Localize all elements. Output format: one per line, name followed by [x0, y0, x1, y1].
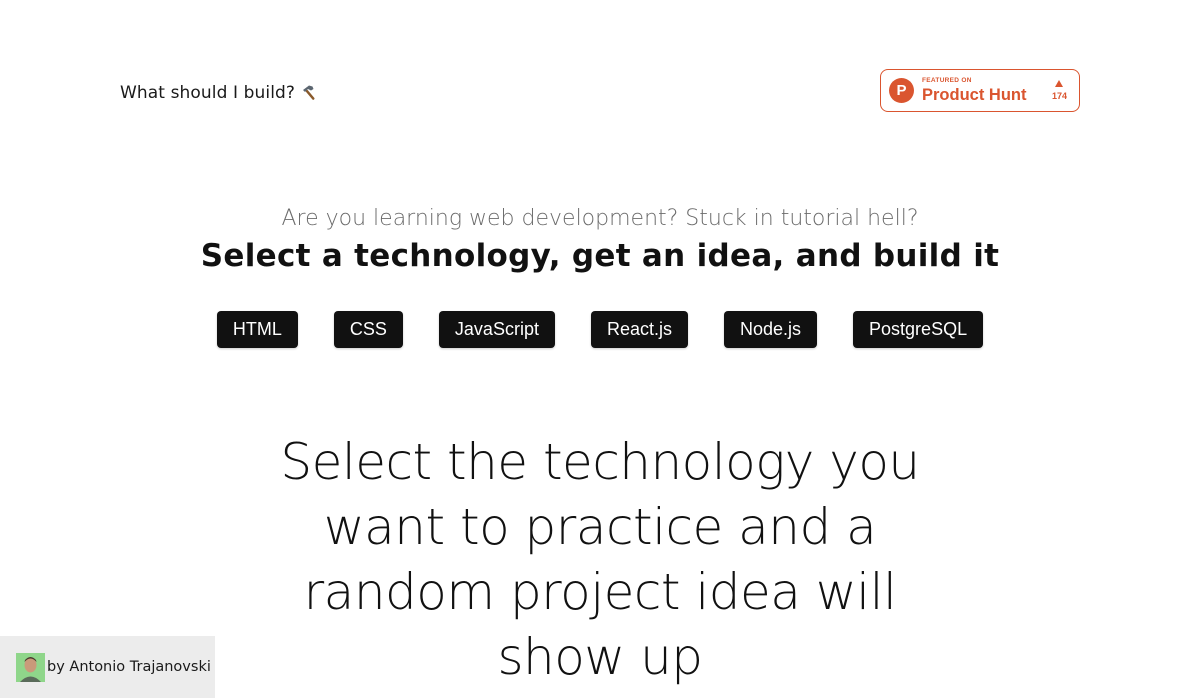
technology-buttons: HTML CSS JavaScript React.js Node.js Pos… — [0, 311, 1200, 348]
hero-subtitle: Are you learning web development? Stuck … — [281, 206, 919, 231]
tech-button-postgresql[interactable]: PostgreSQL — [853, 311, 984, 348]
hammer-icon — [301, 84, 319, 102]
product-hunt-badge[interactable]: P FEATURED ON Product Hunt 174 — [880, 69, 1080, 112]
idea-prompt-text: Select the technology you want to practi… — [280, 433, 920, 686]
product-hunt-name: Product Hunt — [922, 86, 1027, 104]
tech-button-javascript[interactable]: JavaScript — [438, 311, 555, 348]
hero-headline: Select a technology, get an idea, and bu… — [200, 238, 1000, 274]
author-name: by Antonio Trajanovski — [47, 659, 211, 675]
tech-button-reactjs[interactable]: React.js — [590, 311, 688, 348]
page: What should I build? P FEATURED ON Produ… — [0, 0, 1200, 698]
avatar — [16, 652, 45, 682]
author-link[interactable]: by Antonio Trajanovski — [0, 636, 215, 698]
tech-button-nodejs[interactable]: Node.js — [724, 311, 818, 348]
product-hunt-vote-count: 174 — [1051, 91, 1067, 101]
product-hunt-featured-label: FEATURED ON — [922, 76, 972, 84]
tech-button-css[interactable]: CSS — [333, 311, 403, 348]
site-title[interactable]: What should I build? — [120, 83, 319, 103]
upvote-arrow-icon — [1055, 80, 1064, 87]
site-title-text: What should I build? — [120, 83, 296, 103]
tech-button-html[interactable]: HTML — [216, 311, 298, 348]
product-hunt-text: FEATURED ON Product Hunt — [922, 76, 1027, 104]
product-hunt-votes: 174 — [1052, 80, 1067, 101]
product-hunt-logo-icon: P — [889, 78, 914, 103]
